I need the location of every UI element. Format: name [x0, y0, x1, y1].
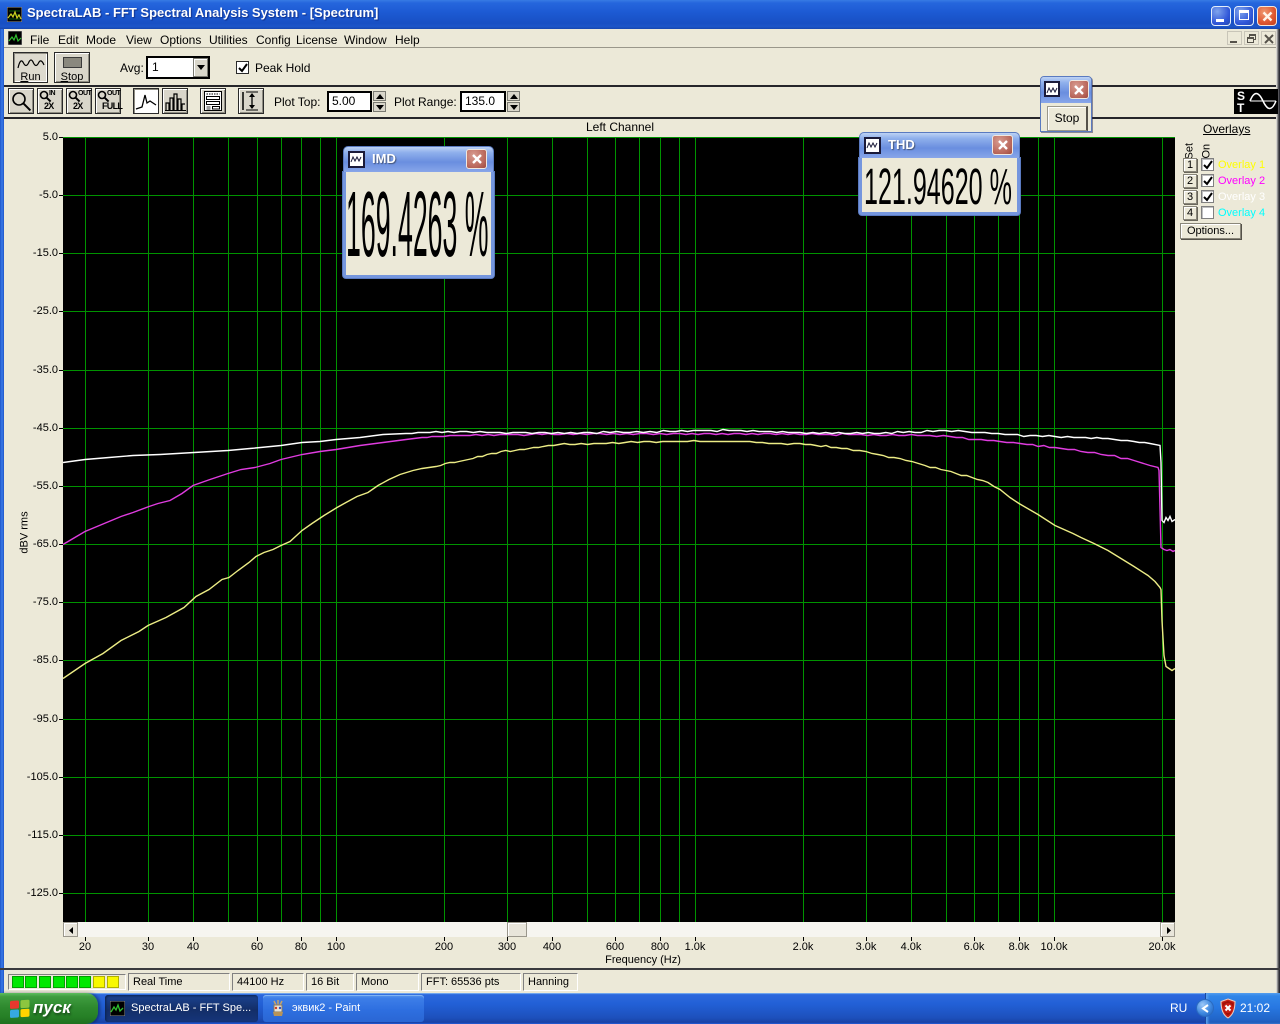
svg-text:169.4263 %: 169.4263 %	[346, 182, 489, 272]
svg-text:121.94620 %: 121.94620 %	[864, 166, 1012, 214]
svg-text:T: T	[1237, 101, 1245, 114]
